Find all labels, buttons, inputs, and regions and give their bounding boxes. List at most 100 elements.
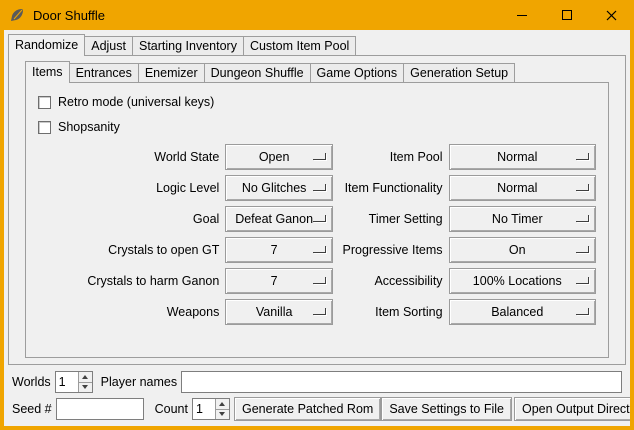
player-names-label: Player names (101, 375, 177, 389)
dropdown-indicator-icon (576, 215, 589, 222)
seed-input[interactable] (56, 398, 144, 420)
tab-dungeon-shuffle[interactable]: Dungeon Shuffle (204, 63, 311, 82)
world-state-dropdown[interactable]: Open (225, 144, 333, 170)
dropdown-indicator-icon (576, 308, 589, 315)
save-settings-button[interactable]: Save Settings to File (381, 397, 512, 421)
option-row: Goal Defeat Ganon Timer Setting No Timer (38, 206, 596, 232)
retro-mode-label: Retro mode (universal keys) (58, 95, 214, 109)
app-icon[interactable] (9, 7, 25, 23)
count-spin-down-button[interactable] (216, 410, 229, 420)
option-row: Weapons Vanilla Item Sorting Balanced (38, 299, 596, 325)
arrow-up-icon (219, 402, 225, 406)
randomize-panel: Items Entrances Enemizer Dungeon Shuffle… (8, 55, 626, 365)
count-input[interactable] (193, 399, 215, 419)
open-output-directory-button[interactable]: Open Output Directory (514, 397, 630, 421)
retro-mode-row: Retro mode (universal keys) (38, 91, 596, 113)
sub-tab-bar: Items Entrances Enemizer Dungeon Shuffle… (25, 61, 625, 82)
window-content: Randomize Adjust Starting Inventory Cust… (4, 30, 630, 426)
player-names-input[interactable] (181, 371, 622, 393)
timer-setting-value: No Timer (492, 212, 553, 226)
dropdown-indicator-icon (576, 184, 589, 191)
items-panel: Retro mode (universal keys) Shopsanity W… (25, 82, 609, 358)
timer-setting-label: Timer Setting (339, 212, 443, 226)
timer-setting-dropdown[interactable]: No Timer (449, 206, 596, 232)
logic-level-label: Logic Level (38, 181, 219, 195)
arrow-down-icon (82, 385, 88, 389)
dropdown-indicator-icon (313, 153, 326, 160)
tab-enemizer[interactable]: Enemizer (138, 63, 205, 82)
option-row: Crystals to harm Ganon 7 Accessibility 1… (38, 268, 596, 294)
tab-game-options[interactable]: Game Options (310, 63, 405, 82)
crystals-open-gt-label: Crystals to open GT (38, 243, 219, 257)
item-sorting-label: Item Sorting (339, 305, 443, 319)
goal-dropdown[interactable]: Defeat Ganon (225, 206, 333, 232)
options-grid: World State Open Item Pool Normal Logic … (38, 144, 596, 325)
crystals-open-gt-value: 7 (271, 243, 288, 257)
count-spin-arrows (215, 399, 229, 419)
world-state-label: World State (38, 150, 219, 164)
logic-level-value: No Glitches (242, 181, 317, 195)
dropdown-indicator-icon (313, 308, 326, 315)
worlds-spin-up-button[interactable] (79, 372, 92, 383)
retro-mode-checkbox[interactable] (38, 96, 51, 109)
bottom-bar: Worlds Player names Seed # Count (4, 371, 630, 421)
tab-generation-setup[interactable]: Generation Setup (403, 63, 515, 82)
logic-level-dropdown[interactable]: No Glitches (225, 175, 333, 201)
close-button[interactable] (589, 0, 634, 30)
seed-row: Seed # Count Generate Patched Rom Save S… (12, 397, 622, 421)
arrow-up-icon (82, 375, 88, 379)
worlds-spinbox[interactable] (55, 371, 93, 393)
progressive-items-value: On (509, 243, 536, 257)
item-sorting-value: Balanced (491, 305, 553, 319)
accessibility-dropdown[interactable]: 100% Locations (449, 268, 596, 294)
window: Door Shuffle Randomize Adjust Starting I… (0, 0, 634, 430)
worlds-input[interactable] (56, 372, 78, 392)
dropdown-indicator-icon (313, 277, 326, 284)
tab-items[interactable]: Items (25, 61, 70, 83)
progressive-items-dropdown[interactable]: On (449, 237, 596, 263)
minimize-icon (517, 15, 527, 16)
item-pool-value: Normal (497, 150, 547, 164)
dropdown-indicator-icon (313, 215, 326, 222)
count-spinbox[interactable] (192, 398, 230, 420)
dropdown-indicator-icon (576, 153, 589, 160)
tab-custom-item-pool[interactable]: Custom Item Pool (243, 36, 356, 55)
weapons-label: Weapons (38, 305, 219, 319)
item-pool-label: Item Pool (339, 150, 443, 164)
minimize-button[interactable] (499, 0, 544, 30)
crystals-open-gt-dropdown[interactable]: 7 (225, 237, 333, 263)
goal-value: Defeat Ganon (235, 212, 323, 226)
tab-entrances[interactable]: Entrances (69, 63, 139, 82)
count-label: Count (155, 402, 188, 416)
titlebar[interactable]: Door Shuffle (0, 0, 634, 30)
close-icon (606, 10, 617, 21)
maximize-icon (562, 10, 572, 20)
dropdown-indicator-icon (313, 246, 326, 253)
weapons-value: Vanilla (256, 305, 303, 319)
window-title: Door Shuffle (33, 8, 105, 23)
tab-adjust[interactable]: Adjust (84, 36, 133, 55)
count-spin-up-button[interactable] (216, 399, 229, 410)
crystals-harm-ganon-label: Crystals to harm Ganon (38, 274, 219, 288)
item-sorting-dropdown[interactable]: Balanced (449, 299, 596, 325)
option-row: Crystals to open GT 7 Progressive Items … (38, 237, 596, 263)
weapons-dropdown[interactable]: Vanilla (225, 299, 333, 325)
goal-label: Goal (38, 212, 219, 226)
seed-label: Seed # (12, 402, 52, 416)
shopsanity-checkbox[interactable] (38, 121, 51, 134)
item-functionality-dropdown[interactable]: Normal (449, 175, 596, 201)
tab-randomize[interactable]: Randomize (8, 34, 85, 56)
maximize-button[interactable] (544, 0, 589, 30)
dropdown-indicator-icon (576, 277, 589, 284)
generate-patched-rom-button[interactable]: Generate Patched Rom (234, 397, 381, 421)
window-controls (499, 0, 634, 30)
item-pool-dropdown[interactable]: Normal (449, 144, 596, 170)
tab-starting-inventory[interactable]: Starting Inventory (132, 36, 244, 55)
arrow-down-icon (219, 412, 225, 416)
crystals-harm-ganon-value: 7 (271, 274, 288, 288)
worlds-label: Worlds (12, 375, 51, 389)
worlds-spin-down-button[interactable] (79, 383, 92, 393)
crystals-harm-ganon-dropdown[interactable]: 7 (225, 268, 333, 294)
worlds-spin-arrows (78, 372, 92, 392)
dropdown-indicator-icon (313, 184, 326, 191)
